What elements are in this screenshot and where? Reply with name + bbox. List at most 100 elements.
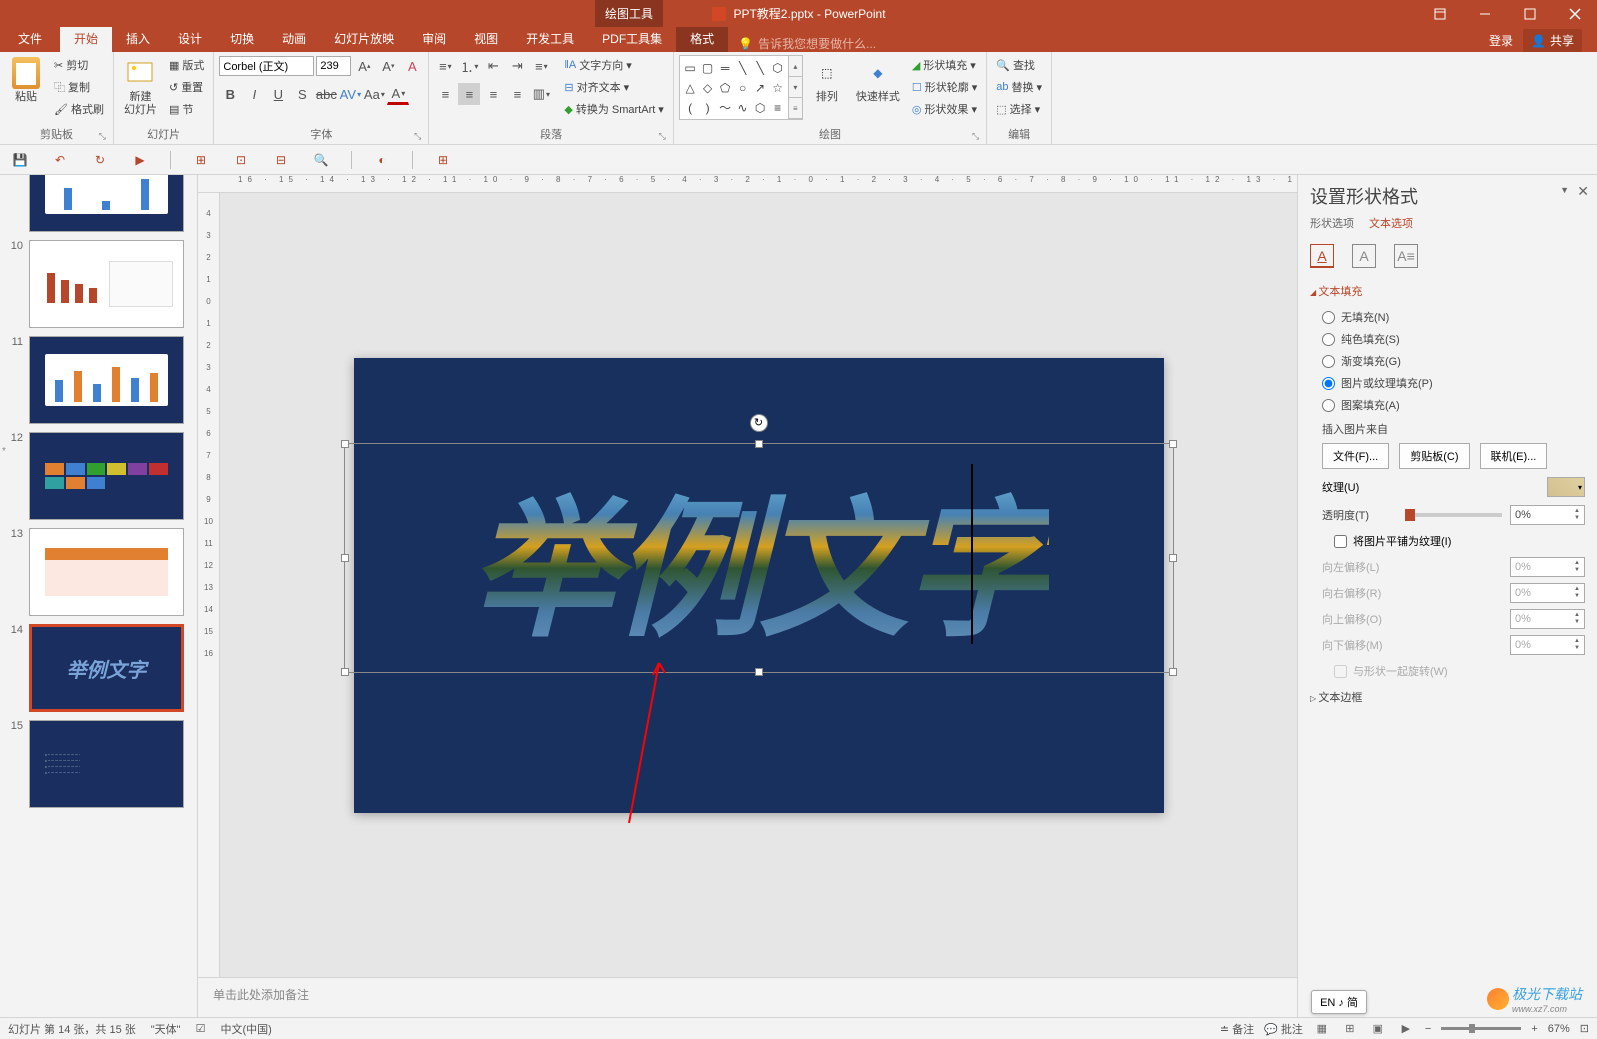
resize-handle-sw[interactable] <box>341 668 349 676</box>
ribbon-options-icon[interactable] <box>1417 0 1462 27</box>
underline-button[interactable]: U <box>267 83 289 105</box>
tab-format[interactable]: 格式 <box>676 25 728 52</box>
thumbnail-slide-11[interactable]: 11 <box>0 332 197 428</box>
qat-btn-6[interactable]: ⊞ <box>433 150 453 170</box>
tab-animations[interactable]: 动画 <box>268 25 320 52</box>
insert-online-button[interactable]: 联机(E)... <box>1480 443 1548 469</box>
zoom-slider[interactable] <box>1441 1027 1521 1030</box>
radio-solid-fill[interactable] <box>1322 333 1335 346</box>
transparency-slider[interactable] <box>1405 513 1502 517</box>
shape-outline-button[interactable]: ☐形状轮廓 ▾ <box>908 77 981 97</box>
tab-developer[interactable]: 开发工具 <box>512 25 588 52</box>
radio-picture-fill[interactable] <box>1322 377 1335 390</box>
find-button[interactable]: 🔍查找 <box>992 55 1046 75</box>
current-slide[interactable]: ↻ 举例文字 <box>354 358 1164 813</box>
tab-transitions[interactable]: 切换 <box>216 25 268 52</box>
arrange-button[interactable]: ⬚ 排列 <box>806 55 848 106</box>
resize-handle-e[interactable] <box>1169 554 1177 562</box>
shape-effects-button[interactable]: ◎形状效果 ▾ <box>908 99 981 119</box>
qat-btn-3[interactable]: ⊟ <box>271 150 291 170</box>
fit-window-button[interactable]: ⊡ <box>1580 1022 1589 1035</box>
font-name-input[interactable] <box>219 56 314 76</box>
offset-top-spin[interactable]: 0%▲▼ <box>1510 609 1585 629</box>
font-color-button[interactable]: A <box>387 83 409 105</box>
pane-menu-icon[interactable]: ▼ <box>1560 185 1569 195</box>
pane-tab-text[interactable]: 文本选项 <box>1369 215 1413 234</box>
zoom-level[interactable]: 67% <box>1548 1023 1570 1035</box>
format-painter-button[interactable]: 🖌格式刷 <box>50 99 108 119</box>
tab-insert[interactable]: 插入 <box>112 25 164 52</box>
close-button[interactable] <box>1552 0 1597 27</box>
copy-button[interactable]: ⿻复制 <box>50 77 108 97</box>
shapes-gallery[interactable]: ▭▢═╲╲⬡ △◇⬠○↗☆ ()〜∿⬡≡ <box>679 55 789 120</box>
pane-tab-shape[interactable]: 形状选项 <box>1310 215 1354 234</box>
tab-view[interactable]: 视图 <box>460 25 512 52</box>
insert-file-button[interactable]: 文件(F)... <box>1322 443 1389 469</box>
columns-button[interactable]: ▥ <box>530 83 552 105</box>
section-button[interactable]: ▤节 <box>165 99 208 119</box>
minimize-button[interactable] <box>1462 0 1507 27</box>
select-button[interactable]: ⬚选择 ▾ <box>992 99 1046 119</box>
undo-button[interactable]: ↶ <box>50 150 70 170</box>
italic-button[interactable]: I <box>243 83 265 105</box>
thumbnail-slide-15[interactable]: 15 • ························• ·········… <box>0 716 197 812</box>
qat-btn-1[interactable]: ⊞ <box>191 150 211 170</box>
text-fill-icon[interactable]: A <box>1310 244 1334 268</box>
spellcheck-icon[interactable]: ☑ <box>196 1022 206 1035</box>
gallery-scroll[interactable]: ▴▾≡ <box>789 55 803 120</box>
font-launcher[interactable]: ⤡ <box>414 131 421 142</box>
tile-checkbox[interactable] <box>1334 535 1347 548</box>
tab-file[interactable]: 文件 <box>0 25 60 52</box>
tab-home[interactable]: 开始 <box>60 25 112 52</box>
bullets-button[interactable]: ≡ <box>434 55 456 77</box>
ime-indicator[interactable]: EN ♪ 简 <box>1311 990 1367 1014</box>
shape-fill-button[interactable]: ◢形状填充 ▾ <box>908 55 981 75</box>
resize-handle-n[interactable] <box>755 440 763 448</box>
shadow-button[interactable]: S <box>291 83 313 105</box>
tab-review[interactable]: 审阅 <box>408 25 460 52</box>
reading-view-button[interactable]: ▣ <box>1369 1021 1387 1037</box>
paragraph-launcher[interactable]: ⤡ <box>659 131 666 142</box>
grow-font-button[interactable]: A▴ <box>353 55 375 77</box>
font-size-input[interactable] <box>316 56 351 76</box>
shrink-font-button[interactable]: A▾ <box>377 55 399 77</box>
clipboard-launcher[interactable]: ⤡ <box>99 131 106 142</box>
spacing-button[interactable]: AV <box>339 83 361 105</box>
thumbnail-slide-12[interactable]: 12 * <box>0 428 197 524</box>
slide-canvas[interactable]: ↻ 举例文字 <box>220 193 1297 977</box>
increase-indent-button[interactable]: ⇥ <box>506 55 528 77</box>
vertical-ruler[interactable]: 4321012345678910111213141516 <box>198 193 220 977</box>
thumbnail-slide-9[interactable] <box>0 175 197 236</box>
quick-styles-button[interactable]: ◆ 快速样式 <box>851 55 905 106</box>
texture-dropdown[interactable]: ▾ <box>1547 477 1585 497</box>
cut-button[interactable]: ✂剪切 <box>50 55 108 75</box>
zoom-out-button[interactable]: − <box>1425 1023 1431 1035</box>
start-show-button[interactable]: ▶ <box>130 150 150 170</box>
qat-btn-4[interactable]: 🔍 <box>311 150 331 170</box>
login-link[interactable]: 登录 <box>1489 32 1513 49</box>
share-button[interactable]: 👤共享 <box>1523 29 1582 52</box>
maximize-button[interactable] <box>1507 0 1552 27</box>
case-button[interactable]: Aa <box>363 83 385 105</box>
transparency-spin[interactable]: 0%▲▼ <box>1510 505 1585 525</box>
redo-button[interactable]: ↻ <box>90 150 110 170</box>
insert-clipboard-button[interactable]: 剪贴板(C) <box>1399 443 1469 469</box>
radio-gradient-fill[interactable] <box>1322 355 1335 368</box>
zoom-in-button[interactable]: + <box>1531 1023 1537 1035</box>
offset-right-spin[interactable]: 0%▲▼ <box>1510 583 1585 603</box>
slideshow-view-button[interactable]: ▶ <box>1397 1021 1415 1037</box>
line-spacing-button[interactable]: ≡ <box>530 55 552 77</box>
tab-pdf[interactable]: PDF工具集 <box>588 25 676 52</box>
language-status[interactable]: 中文(中国) <box>220 1021 271 1037</box>
drawing-launcher[interactable]: ⤡ <box>972 131 979 142</box>
smartart-button[interactable]: ◆转换为 SmartArt ▾ <box>560 99 667 119</box>
pane-close-button[interactable]: ✕ <box>1577 183 1589 200</box>
tellme-search[interactable]: 💡 告诉我您想要做什么... <box>738 35 876 52</box>
align-right-button[interactable]: ≡ <box>482 83 504 105</box>
align-left-button[interactable]: ≡ <box>434 83 456 105</box>
sorter-view-button[interactable]: ⊞ <box>1341 1021 1359 1037</box>
resize-handle-ne[interactable] <box>1169 440 1177 448</box>
text-direction-button[interactable]: ‖A文字方向 ▾ <box>560 55 667 75</box>
bold-button[interactable]: B <box>219 83 241 105</box>
normal-view-button[interactable]: ▦ <box>1313 1021 1331 1037</box>
